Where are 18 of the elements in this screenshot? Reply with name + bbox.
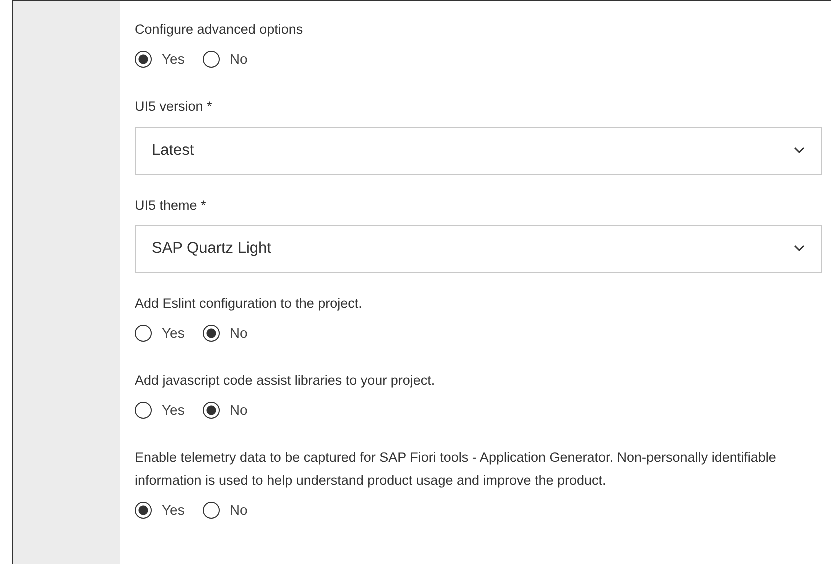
field-label: UI5 theme * — [135, 196, 208, 215]
chevron-down-icon — [794, 245, 805, 252]
field-label: Enable telemetry data to be captured for SAP Fiori tools - Application Generator. Non-personally identifiable information is used to help understand product usage and improve the product. — [135, 449, 778, 490]
field-label: UI5 version * — [135, 98, 214, 116]
radio-option[interactable]: Yes — [135, 400, 185, 422]
radio-option[interactable]: Yes — [135, 323, 185, 344]
chevron-down-icon — [794, 147, 805, 154]
radio-option[interactable]: No — [202, 323, 248, 344]
field-label: Configure advanced options — [135, 21, 304, 39]
radio-option[interactable]: No — [202, 400, 248, 422]
radio-option[interactable]: Yes — [135, 49, 185, 70]
field-label: Add javascript code assist libraries to your project. — [135, 372, 436, 390]
radio-option[interactable]: No — [202, 49, 248, 70]
radio-option[interactable]: No — [202, 500, 248, 521]
dropdown-field[interactable]: SAP Quartz Light — [135, 224, 822, 273]
dropdown-field[interactable]: Latest — [135, 126, 822, 175]
field-label: Add Eslint configuration to the project. — [135, 294, 364, 313]
radio-option[interactable]: Yes — [135, 500, 185, 521]
